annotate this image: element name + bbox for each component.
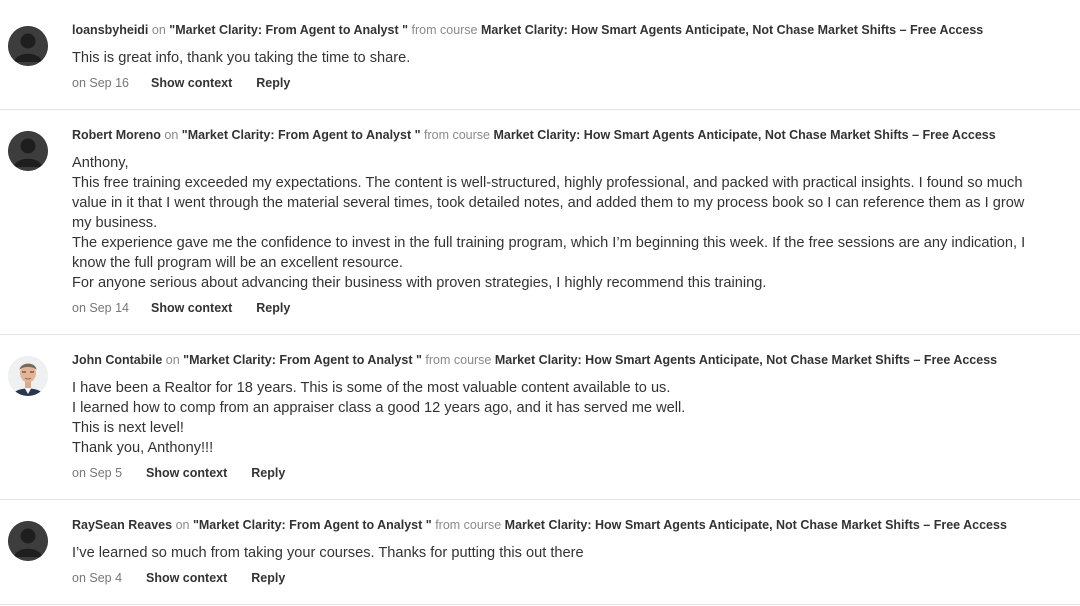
comment-actions: on Sep 16 Show context Reply — [72, 75, 1080, 91]
comment-date: on Sep 16 — [72, 76, 129, 90]
on-label: on — [151, 23, 166, 37]
default-avatar-icon[interactable] — [8, 521, 48, 561]
on-label: on — [175, 518, 190, 532]
on-label: on — [165, 353, 180, 367]
show-context-button[interactable]: Show context — [146, 570, 227, 586]
lesson-link[interactable]: "Market Clarity: From Agent to Analyst " — [182, 128, 421, 142]
show-context-button[interactable]: Show context — [151, 75, 232, 91]
course-link[interactable]: Market Clarity: How Smart Agents Anticip… — [505, 518, 1007, 532]
comment-paragraph: This free training exceeded my expectati… — [72, 175, 1025, 231]
lesson-link[interactable]: "Market Clarity: From Agent to Analyst " — [169, 23, 408, 37]
comment-paragraph: Thank you, Anthony!!! — [72, 440, 214, 456]
from-course-label: from course — [411, 23, 478, 37]
comment-meta: John Contabile on "Market Clarity: From … — [72, 335, 1080, 368]
comment-paragraph: Anthony, — [72, 155, 129, 171]
course-link[interactable]: Market Clarity: How Smart Agents Anticip… — [493, 128, 995, 142]
comment-paragraph: This is next level! — [72, 420, 184, 436]
comment-paragraph: The experience gave me the confidence to… — [72, 235, 1026, 271]
reply-button[interactable]: Reply — [256, 75, 290, 91]
comment-item: RaySean Reaves on "Market Clarity: From … — [0, 500, 1080, 605]
comment-item: John Contabile on "Market Clarity: From … — [0, 335, 1080, 500]
comment-paragraph: For anyone serious about advancing their… — [72, 275, 767, 291]
comment-date: on Sep 14 — [72, 301, 129, 315]
comment-body: Anthony, This free training exceeded my … — [72, 153, 1080, 293]
show-context-button[interactable]: Show context — [146, 465, 227, 481]
comment-meta: loansbyheidi on "Market Clarity: From Ag… — [72, 0, 1080, 38]
reply-button[interactable]: Reply — [251, 465, 285, 481]
comment-actions: on Sep 5 Show context Reply — [72, 465, 1080, 481]
comment-actions: on Sep 4 Show context Reply — [72, 570, 1080, 586]
comment-paragraph: I learned how to comp from an appraiser … — [72, 400, 686, 416]
default-avatar-icon[interactable] — [8, 131, 48, 171]
author-name[interactable]: John Contabile — [72, 353, 162, 367]
comment-paragraph: I’ve learned so much from taking your co… — [72, 545, 584, 561]
comment-body: I’ve learned so much from taking your co… — [72, 543, 1080, 563]
lesson-link[interactable]: "Market Clarity: From Agent to Analyst " — [183, 353, 422, 367]
comment-meta: Robert Moreno on "Market Clarity: From A… — [72, 110, 1080, 143]
reply-button[interactable]: Reply — [256, 300, 290, 316]
comment-actions: on Sep 14 Show context Reply — [72, 300, 1080, 316]
comment-paragraph: This is great info, thank you taking the… — [72, 50, 411, 66]
author-name[interactable]: loansbyheidi — [72, 23, 148, 37]
on-label: on — [164, 128, 179, 142]
default-avatar-icon[interactable] — [8, 26, 48, 66]
course-link[interactable]: Market Clarity: How Smart Agents Anticip… — [495, 353, 997, 367]
author-name[interactable]: Robert Moreno — [72, 128, 161, 142]
course-link[interactable]: Market Clarity: How Smart Agents Anticip… — [481, 23, 983, 37]
user-avatar-photo[interactable] — [8, 356, 48, 396]
author-name[interactable]: RaySean Reaves — [72, 518, 172, 532]
comment-date: on Sep 4 — [72, 571, 123, 585]
reply-button[interactable]: Reply — [251, 570, 285, 586]
comment-body: This is great info, thank you taking the… — [72, 48, 1080, 68]
comment-paragraph: I have been a Realtor for 18 years. This… — [72, 380, 671, 396]
from-course-label: from course — [425, 353, 492, 367]
comment-item: Robert Moreno on "Market Clarity: From A… — [0, 110, 1080, 335]
comment-meta: RaySean Reaves on "Market Clarity: From … — [72, 500, 1080, 533]
comment-item: loansbyheidi on "Market Clarity: From Ag… — [0, 0, 1080, 110]
comment-date: on Sep 5 — [72, 466, 123, 480]
comment-body: I have been a Realtor for 18 years. This… — [72, 378, 1080, 458]
show-context-button[interactable]: Show context — [151, 300, 232, 316]
from-course-label: from course — [424, 128, 490, 142]
from-course-label: from course — [435, 518, 502, 532]
lesson-link[interactable]: "Market Clarity: From Agent to Analyst " — [193, 518, 432, 532]
